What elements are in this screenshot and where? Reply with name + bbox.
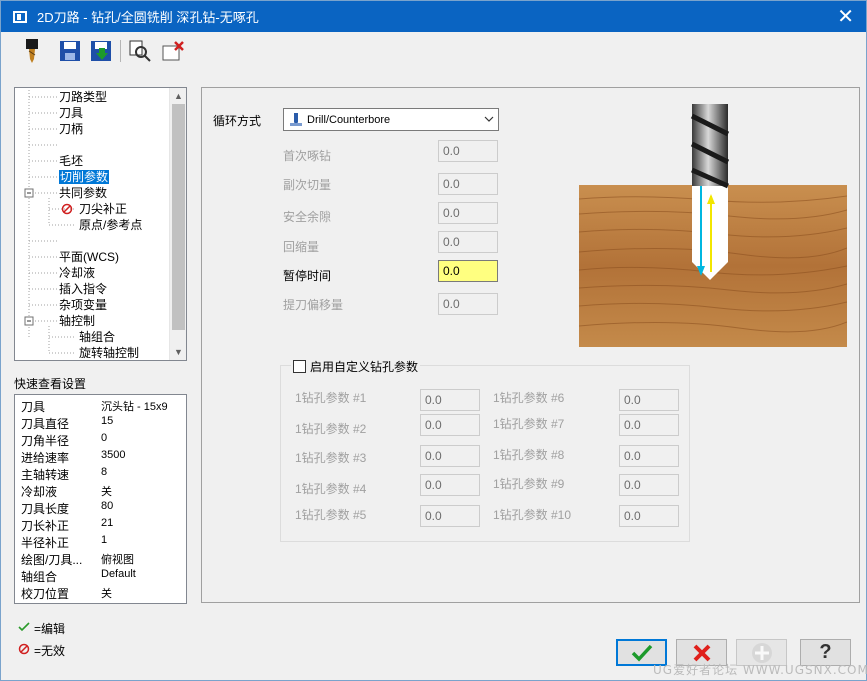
cycle-select[interactable]: Drill/Counterbore	[283, 108, 499, 131]
tree-item-stock[interactable]: 毛坯	[59, 154, 83, 169]
dwell-input[interactable]: 0.0	[438, 260, 498, 282]
close-icon[interactable]: ✕	[837, 5, 854, 27]
app-icon	[13, 10, 27, 23]
param-2-input[interactable]: 0.0	[420, 414, 480, 436]
clear-icon[interactable]	[160, 38, 186, 64]
param-label: 1钻孔参数 #4	[295, 482, 367, 496]
view-icon[interactable]	[127, 38, 153, 64]
cycle-select-value: Drill/Counterbore	[307, 113, 391, 126]
custom-drill-toggle[interactable]: 启用自定义钻孔参数	[291, 358, 421, 375]
param-9-input[interactable]: 0.0	[619, 474, 679, 496]
first-peck-input[interactable]: 0.0	[438, 140, 498, 162]
legend-edit-label: =编辑	[34, 622, 66, 636]
tree-item-canned-text[interactable]: 插入指令	[59, 282, 107, 297]
field-label-retract: 回缩量	[283, 240, 320, 254]
tree-item-axis-control[interactable]: 轴控制	[59, 314, 95, 329]
tree-item-home-ref[interactable]: 原点/参考点	[79, 218, 142, 233]
tree-item-planes[interactable]: 平面(WCS)	[59, 250, 119, 265]
subsequent-peck-input[interactable]: 0.0	[438, 173, 498, 195]
drill-tool-icon[interactable]	[19, 38, 45, 64]
param-6-input[interactable]: 0.0	[619, 389, 679, 411]
param-label: 1钻孔参数 #1	[295, 391, 367, 405]
clearance-input[interactable]: 0.0	[438, 202, 498, 224]
field-label-first-peck: 首次啄钻	[283, 149, 332, 163]
check-icon	[18, 621, 34, 636]
quick-view-title: 快速查看设置	[14, 377, 87, 391]
cancel-icon	[693, 644, 710, 661]
drill-cycle-icon	[290, 112, 302, 126]
drill-illustration	[579, 104, 847, 347]
param-4-input[interactable]: 0.0	[420, 474, 480, 496]
tree-item-tool[interactable]: 刀具	[59, 106, 83, 121]
field-label-clearance: 安全余隙	[283, 210, 332, 224]
tree-item-rotary-axis[interactable]: 旋转轴控制	[79, 346, 139, 360]
custom-drill-title: 启用自定义钻孔参数	[310, 360, 419, 374]
tree-item-axis-combination[interactable]: 轴组合	[79, 330, 115, 345]
retract-input[interactable]: 0.0	[438, 231, 498, 253]
scroll-up-icon[interactable]: ▲	[170, 88, 186, 104]
scroll-thumb[interactable]	[172, 104, 185, 330]
param-label: 1钻孔参数 #10	[493, 508, 572, 522]
param-7-input[interactable]: 0.0	[619, 414, 679, 436]
legend-invalid-label: =无效	[34, 644, 66, 658]
tree-item-tip-comp[interactable]: 刀尖补正	[79, 202, 127, 217]
param-5-input[interactable]: 0.0	[420, 505, 480, 527]
param-label: 1钻孔参数 #7	[493, 417, 565, 431]
quick-view-list: 刀具 沉头钻 - 15x9 刀具直径 15 刀角半径 0 进给速率 3500 主轴转速 8…	[14, 394, 187, 604]
save-export-icon[interactable]	[88, 38, 114, 64]
param-3-input[interactable]: 0.0	[420, 445, 480, 467]
chevron-down-icon	[484, 116, 494, 122]
cycle-label: 循环方式	[213, 114, 262, 128]
toolbar	[1, 32, 866, 70]
param-10-input[interactable]: 0.0	[619, 505, 679, 527]
title-bar: 2D刀路 - 钻孔/全圆铣削 深孔钻-无啄孔 ✕	[1, 1, 866, 32]
parameter-tree: 刀路类型 刀具 刀柄 毛坯 切削参数 共同参数 刀尖补正 原点/参考点 平面(W…	[14, 87, 187, 361]
param-label: 1钻孔参数 #3	[295, 451, 367, 465]
param-1-input[interactable]: 0.0	[420, 389, 480, 411]
window-title: 2D刀路 - 钻孔/全圆铣削 深孔钻-无啄孔	[37, 10, 259, 25]
param-label: 1钻孔参数 #8	[493, 448, 565, 462]
param-label: 1钻孔参数 #2	[295, 422, 367, 436]
legend-invalid: =无效	[18, 642, 65, 659]
field-label-dwell: 暂停时间	[283, 269, 332, 283]
shift-input[interactable]: 0.0	[438, 293, 498, 315]
ok-icon	[631, 644, 652, 662]
disabled-icon	[18, 643, 34, 658]
param-label: 1钻孔参数 #9	[493, 477, 565, 491]
watermark: UG爱好者论坛 WWW.UGSNX.COM	[653, 663, 867, 677]
param-label: 1钻孔参数 #6	[493, 391, 565, 405]
tree-item-coolant[interactable]: 冷却液	[59, 266, 95, 281]
field-label-subsequent-peck: 副次切量	[283, 178, 332, 192]
tree-item-toolpath-type[interactable]: 刀路类型	[59, 90, 107, 105]
scroll-down-icon[interactable]: ▼	[170, 344, 186, 360]
save-icon[interactable]	[57, 38, 83, 64]
field-label-shift: 提刀偏移量	[283, 298, 344, 312]
tree-item-misc-values[interactable]: 杂项变量	[59, 298, 107, 313]
custom-drill-checkbox[interactable]	[293, 360, 306, 373]
param-8-input[interactable]: 0.0	[619, 445, 679, 467]
tree-item-holder[interactable]: 刀柄	[59, 122, 83, 137]
tree-scrollbar[interactable]: ▲ ▼	[169, 88, 186, 360]
dialog-window: 2D刀路 - 钻孔/全圆铣削 深孔钻-无啄孔 ✕ 刀路类型 刀具 刀柄 毛坯 切…	[0, 0, 867, 681]
legend-edit: =编辑	[18, 620, 65, 637]
tree-item-linking-parameters[interactable]: 共同参数	[59, 186, 107, 201]
param-label: 1钻孔参数 #5	[295, 508, 367, 522]
tree-item-cut-parameters[interactable]: 切削参数	[59, 170, 110, 185]
